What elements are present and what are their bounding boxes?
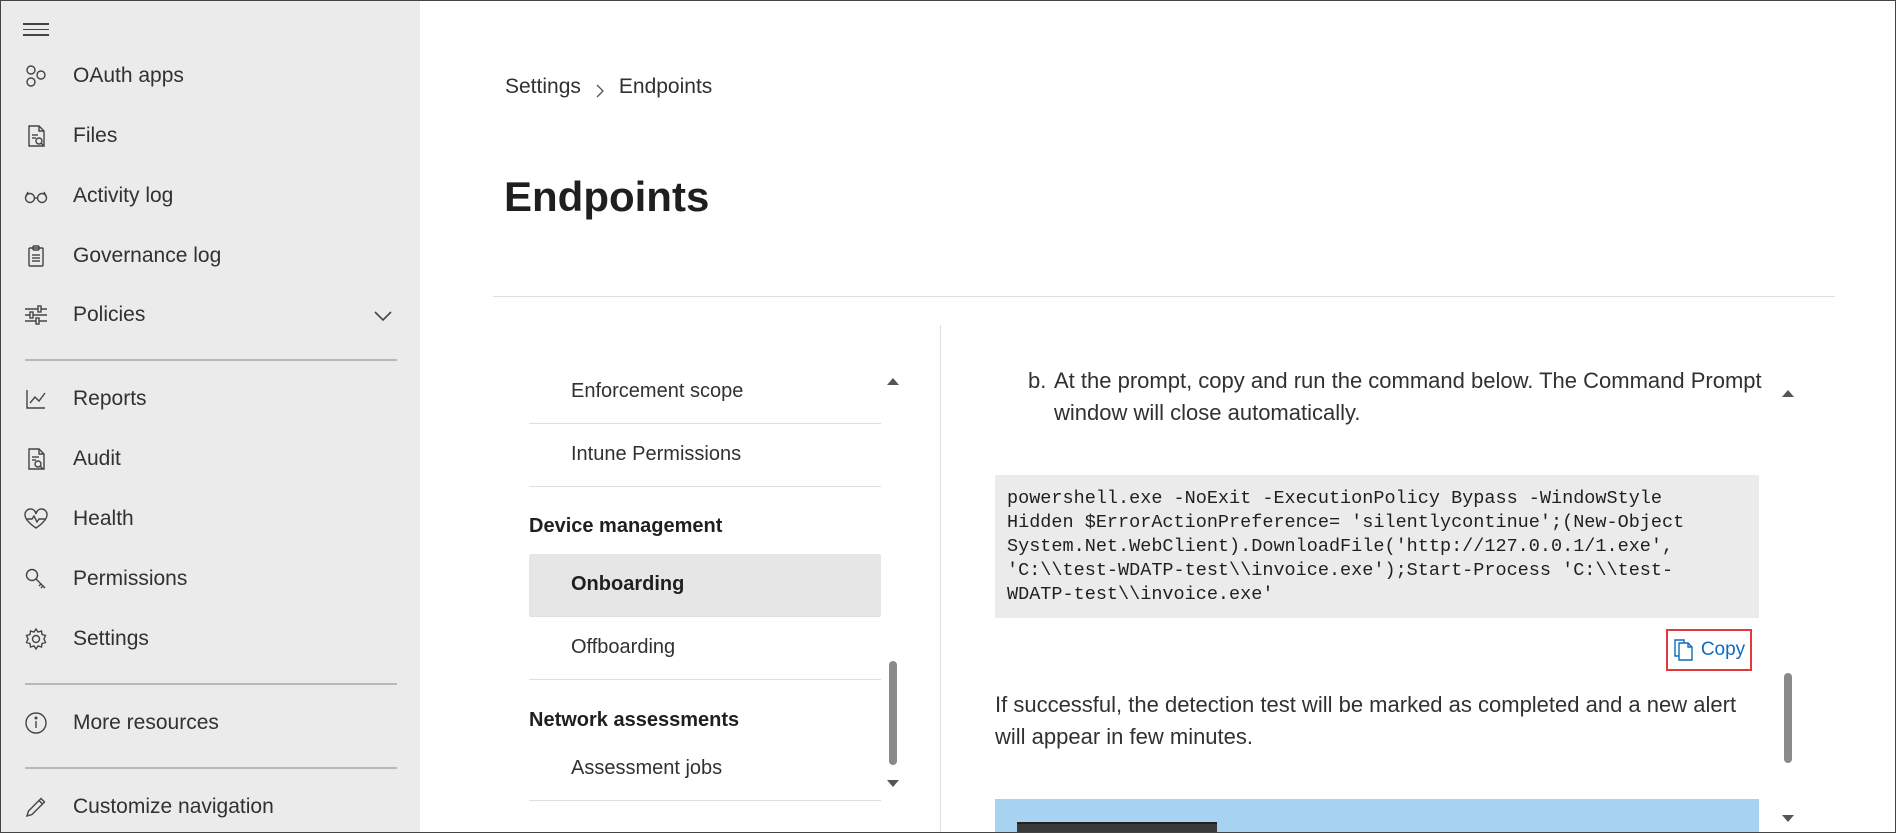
nav-label: More resources [73,711,219,734]
scroll-down-arrow-icon[interactable] [1781,811,1795,822]
subnav-label: Assessment jobs [571,757,723,779]
nav-item-audit[interactable]: Audit [1,434,420,484]
heart-icon [23,506,49,532]
chart-icon [23,386,49,412]
nav-item-oauth-apps[interactable]: OAuth apps [1,51,420,101]
screenshot-image [995,799,1759,832]
scroll-up-arrow-icon[interactable] [886,373,900,385]
command-text: powershell.exe -NoExit -ExecutionPolicy … [1007,488,1685,605]
nav-item-files[interactable]: Files [1,111,420,161]
content-scrollbar[interactable] [1781,381,1795,826]
nav-label: Permissions [73,567,188,590]
subnav-label: Enforcement scope [571,380,744,402]
subnav-label: Offboarding [571,636,676,658]
nav-label: Audit [73,447,121,470]
screenshot-window-bar [1017,822,1217,832]
files-icon [23,123,49,149]
scrollbar-thumb[interactable] [1784,673,1792,763]
breadcrumb-settings-link[interactable]: Settings [505,75,581,99]
glasses-icon [23,183,49,209]
chevron-right-icon [593,80,607,98]
oauth-apps-icon [23,63,49,89]
nav-label: Policies [73,303,146,326]
nav-item-activity-log[interactable]: Activity log [1,171,420,221]
nav-item-policies[interactable]: Policies [1,290,420,340]
key-icon [23,566,49,592]
subnav-item-onboarding[interactable]: Onboarding [529,554,881,617]
nav-item-customize-navigation[interactable]: Customize navigation [1,782,420,832]
subnav-item-offboarding[interactable]: Offboarding [529,617,881,680]
breadcrumb-current: Endpoints [618,75,713,98]
nav-label: Settings [73,627,149,650]
pane-divider [940,325,941,832]
step-number: b. [1028,368,1047,393]
clipboard-icon [23,243,49,269]
subnav-label: Intune Permissions [571,443,742,465]
pencil-icon [23,794,49,820]
nav-item-reports[interactable]: Reports [1,374,420,424]
nav-label: Files [73,124,118,147]
nav-item-settings[interactable]: Settings [1,614,420,664]
copy-label: Copy [1700,639,1746,660]
app-window: OAuth apps Files Activity log Governance… [0,0,1896,833]
scroll-up-arrow-icon[interactable] [1781,385,1795,397]
nav-label: Health [73,507,134,530]
subnav-section-device-management: Device management [529,515,723,537]
chevron-down-icon[interactable] [371,304,395,328]
result-text: If successful, the detection test will b… [995,692,1737,749]
nav-item-permissions[interactable]: Permissions [1,554,420,604]
copy-button[interactable]: Copy [1666,629,1752,671]
scrollbar-thumb[interactable] [889,661,897,765]
nav-item-governance-log[interactable]: Governance log [1,231,420,281]
left-navigation: OAuth apps Files Activity log Governance… [1,1,420,832]
subnav-item-assessment-jobs[interactable]: Assessment jobs [529,738,881,801]
nav-label: Activity log [73,184,174,207]
nav-label: Governance log [73,244,222,267]
nav-divider [25,767,397,769]
nav-divider [25,359,397,361]
subnav-scrollbar[interactable] [886,366,900,787]
nav-label: Reports [73,387,147,410]
step-text: At the prompt, copy and run the command … [1054,368,1762,425]
nav-item-health[interactable]: Health [1,494,420,544]
info-icon [23,710,49,736]
settings-subnav: Enforcement scope Intune Permissions Dev… [529,361,881,801]
subnav-section-network-assessments: Network assessments [529,709,740,731]
command-code-block: powershell.exe -NoExit -ExecutionPolicy … [995,475,1759,618]
nav-divider [25,683,397,685]
audit-icon [23,446,49,472]
nav-label: Customize navigation [73,795,274,818]
nav-item-more-resources[interactable]: More resources [1,698,420,748]
gear-icon [23,626,49,652]
copy-icon [1674,639,1693,661]
breadcrumb: Settings Endpoints [505,75,712,99]
hamburger-menu-icon[interactable] [23,19,49,39]
sliders-icon [23,302,49,328]
header-divider [493,296,1835,297]
subnav-label: Onboarding [571,573,685,595]
nav-label: OAuth apps [73,64,184,87]
subnav-item-intune-permissions[interactable]: Intune Permissions [529,424,881,487]
scroll-down-arrow-icon[interactable] [886,776,900,787]
page-title: Endpoints [504,173,710,220]
subnav-item-enforcement-scope[interactable]: Enforcement scope [529,361,881,424]
